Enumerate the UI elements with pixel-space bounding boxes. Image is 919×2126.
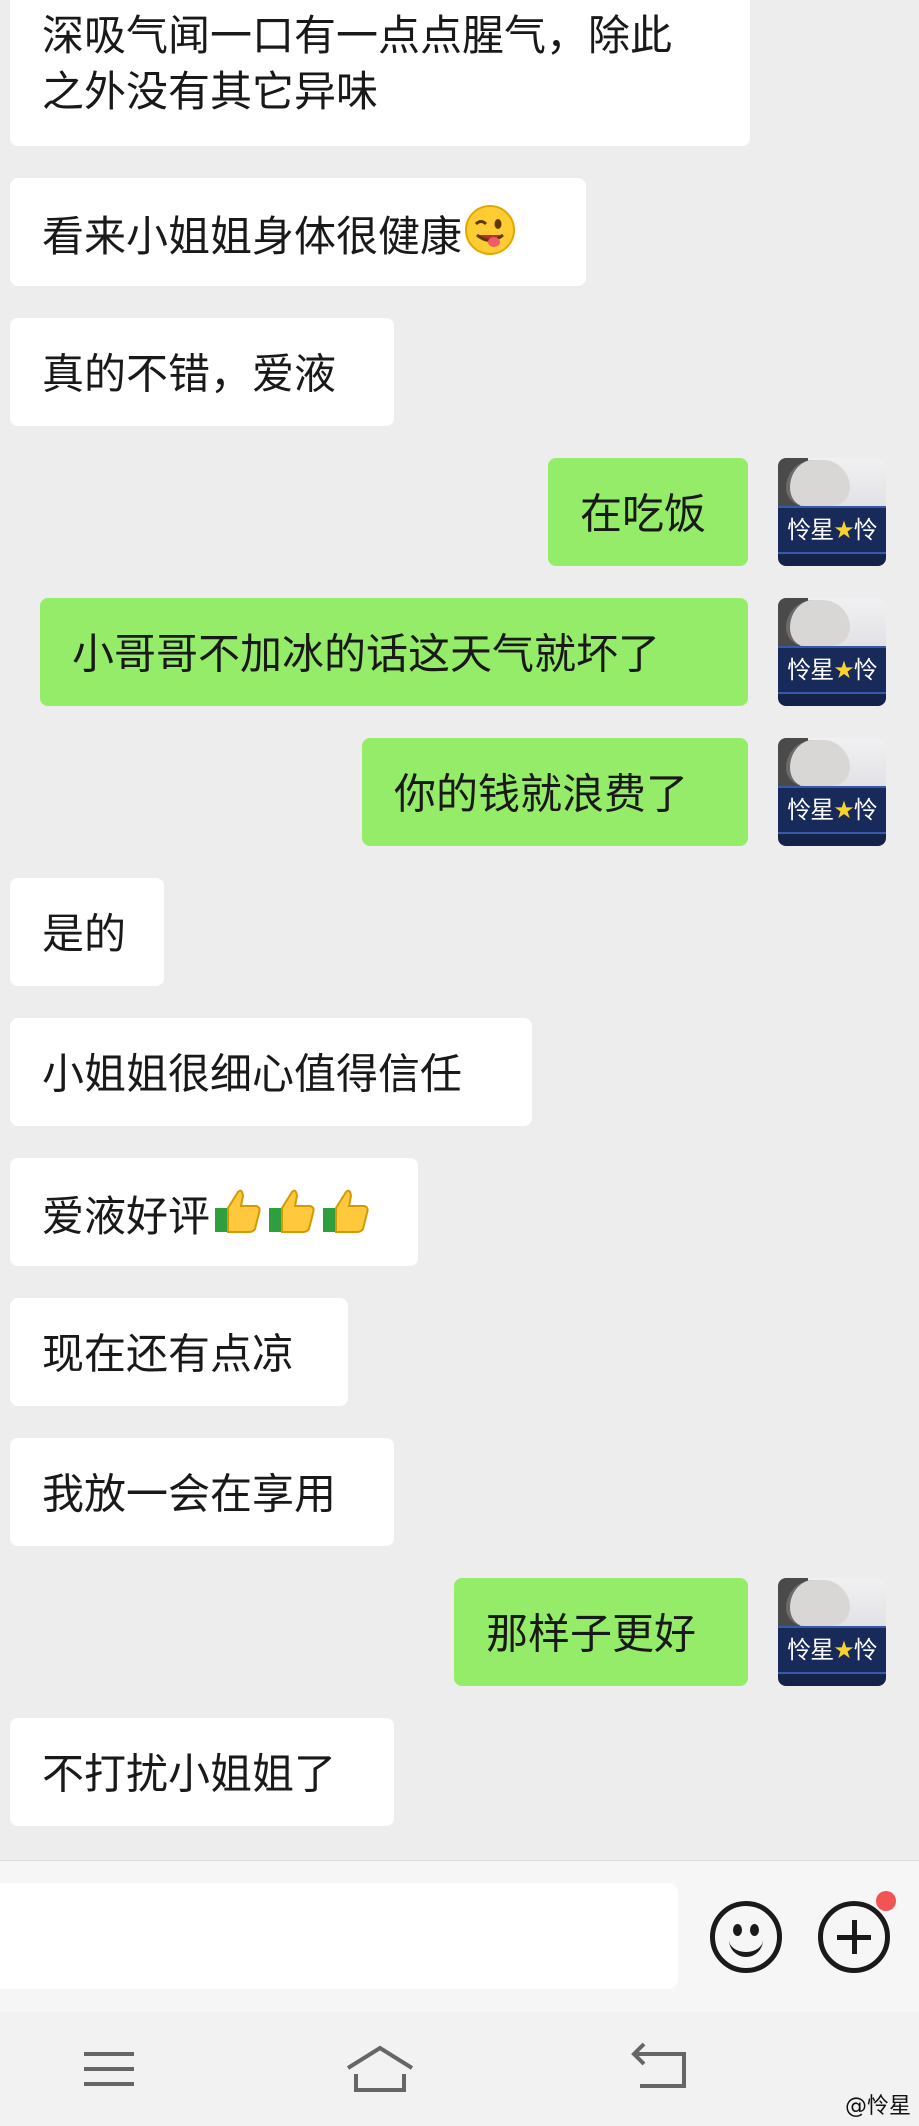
avatar-name-plate: 怜星★怜 [778,646,886,694]
message-text: 之外没有其它异味 [42,67,379,116]
message-text: 在吃饭 [580,489,707,539]
avatar-name-plate: 怜星★怜 [778,506,886,554]
menu-line-shape [84,2052,134,2056]
avatar-face-shape [786,1580,850,1626]
message-outgoing[interactable]: 小哥哥不加冰的话这天气就坏了 [40,598,748,706]
avatar[interactable]: 怜星★怜 [778,1578,886,1686]
message-outgoing[interactable]: 在吃饭 [548,458,748,566]
avatar-name-plate: 怜星★怜 [778,1626,886,1674]
message-incoming[interactable]: 深吸气闻一口有一点点腥气，除此 之外没有其它异味 [10,0,750,146]
menu-icon[interactable] [74,2042,144,2096]
avatar[interactable]: 怜星★怜 [778,738,886,846]
smiley-face-icon[interactable] [710,1901,782,1973]
menu-line-shape [84,2067,134,2071]
watermark: @怜星 [844,2094,911,2119]
winking-face-tongue-icon [464,204,516,270]
message-text: 那样子更好 [486,1609,697,1659]
message-incoming[interactable]: 看来小姐姐身体很健康 [10,178,586,286]
avatar-name-plate: 怜星★怜 [778,786,886,834]
plus-bar-shape [852,1920,857,1954]
smiley-mouth-shape [729,1930,763,1957]
avatar-face-shape [786,600,850,646]
chat-area: 深吸气闻一口有一点点腥气，除此 之外没有其它异味 看来小姐姐身体很健康 真的不错… [0,0,919,1860]
message-incoming[interactable]: 真的不错，爱液 [10,318,394,426]
thumbs-up-icon [212,1184,264,1250]
message-incoming[interactable]: 我放一会在享用 [10,1438,394,1546]
message-text: 你的钱就浪费了 [394,769,689,819]
thumbs-up-icon [320,1184,372,1250]
message-incoming[interactable]: 小姐姐很细心值得信任 [10,1018,532,1126]
message-incoming[interactable]: 是的 [10,878,164,986]
message-text: 看来小姐姐身体很健康 [42,212,463,261]
message-outgoing[interactable]: 你的钱就浪费了 [362,738,748,846]
message-text: 是的 [42,909,127,959]
message-text: 深吸气闻一口有一点点腥气，除此 [42,11,673,60]
home-icon[interactable] [344,2042,416,2096]
avatar[interactable]: 怜星★怜 [778,458,886,566]
menu-line-shape [84,2082,134,2086]
message-text: 小哥哥不加冰的话这天气就坏了 [72,629,661,679]
system-nav-bar: @怜星 [0,2012,919,2126]
message-text: 我放一会在享用 [42,1469,337,1519]
message-input[interactable] [0,1883,678,1989]
avatar[interactable]: 怜星★怜 [778,598,886,706]
message-outgoing[interactable]: 那样子更好 [454,1578,748,1686]
avatar-face-shape [786,740,850,786]
message-text: 不打扰小姐姐了 [42,1749,337,1799]
input-bar [0,1860,919,2013]
message-text: 小姐姐很细心值得信任 [42,1049,463,1099]
plus-circle-icon[interactable] [818,1901,890,1973]
thumbs-up-icon [266,1184,318,1250]
avatar-face-shape [786,460,850,506]
message-incoming[interactable]: 爱液好评 [10,1158,418,1266]
notification-badge [876,1891,896,1911]
back-icon[interactable] [626,2042,696,2096]
message-text: 爱液好评 [42,1192,211,1241]
message-text: 真的不错，爱液 [42,349,337,399]
message-incoming[interactable]: 不打扰小姐姐了 [10,1718,394,1826]
message-text: 现在还有点凉 [42,1329,295,1379]
message-incoming[interactable]: 现在还有点凉 [10,1298,348,1406]
